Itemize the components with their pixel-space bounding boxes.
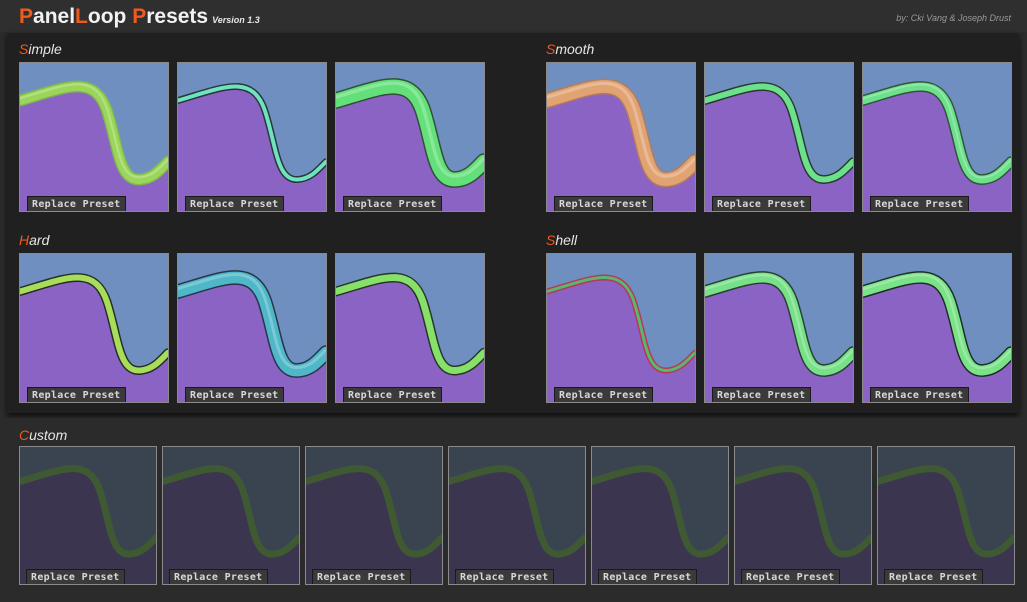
custom-preview-image bbox=[163, 447, 299, 584]
simple-preview-image bbox=[178, 63, 326, 211]
replace-preset-button[interactable]: Replace Preset bbox=[598, 569, 697, 584]
simple-preset-3[interactable]: Replace Preset bbox=[335, 62, 485, 212]
smooth-preview-image bbox=[547, 63, 695, 211]
replace-preset-button[interactable]: Replace Preset bbox=[870, 196, 969, 211]
hard-preview-image bbox=[178, 254, 326, 402]
replace-preset-button[interactable]: Replace Preset bbox=[455, 569, 554, 584]
custom-preset-4[interactable]: Replace Preset bbox=[448, 446, 586, 585]
hard-preview-image bbox=[20, 254, 168, 402]
shell-preview-image bbox=[863, 254, 1011, 402]
replace-preset-button[interactable]: Replace Preset bbox=[712, 387, 811, 402]
custom-preview-image bbox=[449, 447, 585, 584]
replace-preset-button[interactable]: Replace Preset bbox=[169, 569, 268, 584]
smooth-preset-2[interactable]: Replace Preset bbox=[704, 62, 854, 212]
header: PanelLoop Presets Version 1.3 by: Cki Van… bbox=[0, 0, 1027, 32]
simple-preset-1[interactable]: Replace Preset bbox=[19, 62, 169, 212]
simple-preview-image bbox=[20, 63, 168, 211]
custom-preview-image bbox=[735, 447, 871, 584]
shell-preview-image bbox=[705, 254, 853, 402]
custom-preview-image bbox=[306, 447, 442, 584]
version-label: Version 1.3 bbox=[212, 15, 260, 25]
replace-preset-button[interactable]: Replace Preset bbox=[870, 387, 969, 402]
replace-preset-button[interactable]: Replace Preset bbox=[185, 387, 284, 402]
replace-preset-button[interactable]: Replace Preset bbox=[554, 387, 653, 402]
hard-preview-image bbox=[336, 254, 484, 402]
replace-preset-button[interactable]: Replace Preset bbox=[884, 569, 983, 584]
custom-preset-7[interactable]: Replace Preset bbox=[877, 446, 1015, 585]
smooth-preview-image bbox=[863, 63, 1011, 211]
replace-preset-button[interactable]: Replace Preset bbox=[27, 196, 126, 211]
replace-preset-button[interactable]: Replace Preset bbox=[27, 387, 126, 402]
replace-preset-button[interactable]: Replace Preset bbox=[26, 569, 125, 584]
credits: by: Cki Vang & Joseph Drust bbox=[896, 13, 1011, 23]
smooth-preset-1[interactable]: Replace Preset bbox=[546, 62, 696, 212]
replace-preset-button[interactable]: Replace Preset bbox=[741, 569, 840, 584]
app-title: PanelLoop Presets Version 1.3 bbox=[19, 5, 260, 28]
replace-preset-button[interactable]: Replace Preset bbox=[554, 196, 653, 211]
custom-preset-2[interactable]: Replace Preset bbox=[162, 446, 300, 585]
section-hard: Hard bbox=[19, 232, 50, 248]
shell-preset-1[interactable]: Replace Preset bbox=[546, 253, 696, 403]
hard-preset-3[interactable]: Replace Preset bbox=[335, 253, 485, 403]
simple-preview-image bbox=[336, 63, 484, 211]
section-simple: Simple bbox=[19, 41, 62, 57]
hard-preset-1[interactable]: Replace Preset bbox=[19, 253, 169, 403]
simple-preset-2[interactable]: Replace Preset bbox=[177, 62, 327, 212]
replace-preset-button[interactable]: Replace Preset bbox=[712, 196, 811, 211]
shell-preview-image bbox=[547, 254, 695, 402]
custom-preset-6[interactable]: Replace Preset bbox=[734, 446, 872, 585]
section-shell: Shell bbox=[546, 232, 578, 248]
replace-preset-button[interactable]: Replace Preset bbox=[343, 196, 442, 211]
shell-preset-3[interactable]: Replace Preset bbox=[862, 253, 1012, 403]
section-smooth: Smooth bbox=[546, 41, 595, 57]
shell-preset-2[interactable]: Replace Preset bbox=[704, 253, 854, 403]
custom-preview-image bbox=[20, 447, 156, 584]
custom-preset-1[interactable]: Replace Preset bbox=[19, 446, 157, 585]
custom-preview-image bbox=[592, 447, 728, 584]
hard-preset-2[interactable]: Replace Preset bbox=[177, 253, 327, 403]
replace-preset-button[interactable]: Replace Preset bbox=[312, 569, 411, 584]
replace-preset-button[interactable]: Replace Preset bbox=[185, 196, 284, 211]
custom-preset-3[interactable]: Replace Preset bbox=[305, 446, 443, 585]
section-custom: Custom bbox=[19, 427, 68, 443]
smooth-preview-image bbox=[705, 63, 853, 211]
custom-preset-5[interactable]: Replace Preset bbox=[591, 446, 729, 585]
replace-preset-button[interactable]: Replace Preset bbox=[343, 387, 442, 402]
smooth-preset-3[interactable]: Replace Preset bbox=[862, 62, 1012, 212]
custom-preview-image bbox=[878, 447, 1014, 584]
